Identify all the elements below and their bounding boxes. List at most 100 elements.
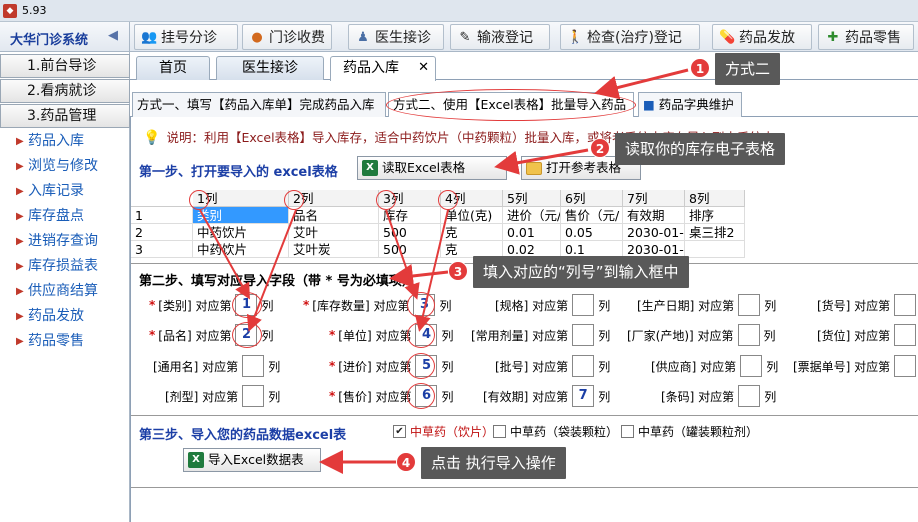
button-label: 读取Excel表格 [382, 160, 466, 175]
read-excel-button[interactable]: X 读取Excel表格 [357, 156, 507, 180]
module-registration[interactable]: 👥 挂号分诊 [134, 24, 238, 50]
grid-cell[interactable]: 500 [379, 224, 441, 241]
grid-cell[interactable]: 2030-01- [623, 224, 685, 241]
sidebar-item-label: 浏览与修改 [28, 158, 98, 174]
module-infusion[interactable]: ✎ 输液登记 [450, 24, 550, 50]
bullet-triangle-icon: ▶ [16, 136, 24, 147]
grid-cell[interactable]: 品名 [289, 207, 379, 224]
field-barcode: [条码] 对应第 列 [661, 385, 776, 407]
column-input[interactable] [572, 294, 595, 316]
column-input[interactable] [740, 355, 763, 377]
grid-cell[interactable]: 艾叶炭 [289, 241, 379, 258]
tab-drug-stock-in[interactable]: 药品入库 ✕ [330, 56, 436, 81]
tab-label: 药品字典维护 [658, 97, 734, 112]
tab-drug-dictionary[interactable]: ■ 药品字典维护 [638, 92, 742, 117]
sidebar-section-front-desk[interactable]: 1.前台导诊 [0, 54, 130, 78]
highlight-input4 [407, 322, 435, 348]
bullet-triangle-icon: ▶ [16, 261, 24, 272]
sidebar-item-browse-edit[interactable]: ▶ 浏览与修改 [0, 154, 130, 179]
grid-cell[interactable]: 艾叶 [289, 224, 379, 241]
tab-doctor[interactable]: 医生接诊 [216, 56, 324, 80]
sidebar-item-drug-dispense[interactable]: ▶ 药品发放 [0, 304, 130, 329]
field-suffix: 列 [766, 359, 779, 374]
field-suffix: 列 [598, 389, 611, 404]
checkbox-icon[interactable] [493, 425, 506, 438]
module-doctor[interactable]: ♟ 医生接诊 [348, 24, 444, 50]
doctor-icon: ♟ [357, 29, 369, 45]
sidebar-section-drug-management[interactable]: 3.药品管理 [0, 104, 130, 128]
grid-cell[interactable]: 排序 [685, 207, 745, 224]
tab-method-one[interactable]: 方式一、填写【药品入库单】完成药品入库 [132, 92, 386, 117]
grid-cell[interactable]: 中药饮片 [193, 224, 289, 241]
column-input[interactable] [738, 294, 761, 316]
grid-cell[interactable]: 0.01 [503, 224, 561, 241]
module-examination[interactable]: 🚶 检查(治疗)登记 [560, 24, 700, 50]
system-bar: 大华门诊系统 ◀ [0, 22, 130, 52]
collapse-arrow-icon[interactable]: ◀ [108, 28, 118, 43]
column-input[interactable] [572, 355, 595, 377]
grid-cell[interactable]: 中药饮片 [193, 241, 289, 258]
field-item-number: [货号] 对应第列 [817, 294, 918, 316]
grid-cell[interactable]: 500 [379, 241, 441, 258]
column-input[interactable] [894, 324, 917, 346]
sidebar-item-supplier-settlement[interactable]: ▶ 供应商结算 [0, 279, 130, 304]
grid-cell[interactable]: 有效期 [623, 207, 685, 224]
import-excel-button[interactable]: X 导入Excel数据表 [183, 448, 321, 472]
column-input[interactable] [242, 385, 265, 407]
bullet-triangle-icon: ▶ [16, 186, 24, 197]
close-icon[interactable]: ✕ [418, 57, 429, 79]
field-label: [剂型] 对应第 [165, 389, 239, 404]
field-invoice-number: [票据单号] 对应第列 [793, 355, 918, 377]
bullet-triangle-icon: ▶ [16, 161, 24, 172]
field-suffix: 列 [268, 389, 281, 404]
sidebar-item-drug-retail[interactable]: ▶ 药品零售 [0, 329, 130, 354]
column-input[interactable]: 7 [572, 385, 595, 407]
column-input[interactable] [572, 324, 595, 346]
module-billing[interactable]: ● 门诊收费 [242, 24, 332, 50]
highlight-method-two [386, 89, 636, 121]
option-herb-slices[interactable]: ✔ 中草药（饮片） [393, 423, 494, 440]
grid-cell[interactable]: 进价（元/ [503, 207, 561, 224]
field-generic-name: [通用名] 对应第 列 [153, 355, 280, 377]
tab-home[interactable]: 首页 [136, 56, 210, 80]
grid-cell[interactable]: 桌三排2 [685, 224, 745, 241]
grid-cell[interactable]: 0.05 [561, 224, 623, 241]
column-input[interactable] [894, 294, 917, 316]
grid-cell[interactable]: 售价（元/ [561, 207, 623, 224]
checkbox-icon[interactable] [621, 425, 634, 438]
sidebar-item-loss-report[interactable]: ▶ 库存损益表 [0, 254, 130, 279]
module-drug-dispense[interactable]: 💊 药品发放 [712, 24, 812, 50]
option-herb-bagged-granules[interactable]: 中草药（袋装颗粒） [493, 423, 618, 440]
field-common-dose: [常用剂量] 对应第 列 [471, 324, 610, 346]
step3-title: 第三步、导入您的药品数据excel表 [139, 428, 347, 443]
column-input[interactable] [242, 355, 265, 377]
sidebar-section-consultation[interactable]: 2.看病就诊 [0, 79, 130, 103]
sidebar-item-stock-in-records[interactable]: ▶ 入库记录 [0, 179, 130, 204]
checkbox-checked-icon[interactable]: ✔ [393, 425, 406, 438]
version-label: 5.93 [22, 4, 47, 17]
grid-cell[interactable] [685, 241, 745, 258]
badge-2: 2 [590, 138, 610, 158]
sidebar-item-inventory-query[interactable]: ▶ 进销存查询 [0, 229, 130, 254]
field-suffix: 列 [441, 389, 454, 404]
bullet-triangle-icon: ▶ [16, 286, 24, 297]
option-herb-canned-granules[interactable]: 中草药（罐装颗粒剂） [621, 423, 758, 440]
column-input[interactable] [737, 324, 760, 346]
step1-title: 第一步、打开要导入的 excel表格 [139, 165, 338, 180]
sidebar-item-inventory-check[interactable]: ▶ 库存盘点 [0, 204, 130, 229]
option-label: 中草药（饮片） [410, 425, 495, 439]
field-label: [品名] 对应第 [158, 328, 232, 343]
sidebar-item-label: 库存盘点 [28, 208, 84, 224]
sidebar-item-drug-stock-in[interactable]: ▶ 药品入库 [0, 129, 130, 154]
bullet-triangle-icon: ▶ [16, 311, 24, 322]
grid-cell[interactable]: 克 [441, 224, 503, 241]
callout-2: 读取你的库存电子表格 [615, 133, 786, 165]
column-input[interactable] [738, 385, 761, 407]
field-label: [货位] 对应第 [817, 328, 891, 343]
column-input[interactable] [894, 355, 917, 377]
field-label: [通用名] 对应第 [153, 359, 239, 374]
field-suffix: 列 [763, 328, 776, 343]
highlight-input5 [407, 353, 435, 379]
grid-cell[interactable]: 类别 [193, 207, 289, 224]
module-drug-retail[interactable]: ✚ 药品零售 [818, 24, 914, 50]
